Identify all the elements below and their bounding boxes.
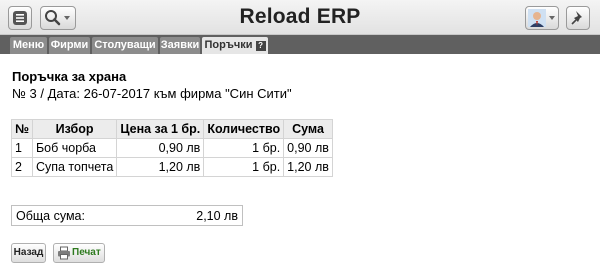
pin-icon: [571, 11, 582, 25]
column-header-quantity: Количество: [203, 119, 285, 139]
user-avatar-icon: [528, 9, 555, 27]
total-value: 2,10 лв: [196, 209, 238, 223]
page-title: Поръчка за храна: [12, 69, 127, 84]
table-row: 1 Боб чорба 0,90 лв 1 бр. 0,90 лв: [11, 138, 333, 158]
total-label: Обща сума:: [16, 209, 85, 223]
table-row: 2 Супа топчета 1,20 лв 1 бр. 1,20 лв: [11, 157, 333, 177]
main-tabs: Меню Фирми Столуващи Заявки Поръчки?: [0, 35, 600, 54]
print-button[interactable]: Печат: [53, 243, 105, 263]
total-box: Обща сума: 2,10 лв: [11, 205, 243, 226]
tab-menu[interactable]: Меню: [10, 37, 47, 54]
row-quantity: 1 бр.: [203, 157, 285, 177]
app-title: Reload ERP: [239, 5, 361, 28]
printer-icon: [58, 246, 70, 260]
column-header-sum: Сума: [283, 119, 333, 139]
order-items-table: № Избор Цена за 1 бр. Количество Сума 1 …: [11, 119, 333, 177]
user-menu-button[interactable]: [525, 6, 559, 30]
order-info: № 3 / Дата: 26-07-2017 към фирма "Син Си…: [12, 86, 292, 101]
row-item: Супа топчета: [31, 157, 118, 177]
column-header-item: Избор: [31, 119, 118, 139]
back-button[interactable]: Назад: [11, 243, 46, 263]
tab-firms[interactable]: Фирми: [49, 37, 90, 54]
tab-diners[interactable]: Столуващи: [92, 37, 158, 54]
row-sum: 0,90 лв: [283, 138, 333, 158]
row-sum: 1,20 лв: [283, 157, 333, 177]
tab-orders-label: Поръчки: [204, 39, 253, 51]
tab-orders[interactable]: Поръчки?: [202, 37, 268, 54]
top-toolbar: Reload ERP: [0, 0, 600, 35]
row-price: 1,20 лв: [116, 157, 205, 177]
help-icon[interactable]: ?: [255, 41, 266, 51]
column-header-price: Цена за 1 бр.: [116, 119, 205, 139]
table-header-row: № Избор Цена за 1 бр. Количество Сума: [11, 119, 333, 139]
row-item: Боб чорба: [31, 138, 118, 158]
row-number: 2: [11, 157, 33, 177]
row-quantity: 1 бр.: [203, 138, 285, 158]
column-header-number: №: [11, 119, 33, 139]
row-price: 0,90 лв: [116, 138, 205, 158]
row-number: 1: [11, 138, 33, 158]
tab-requests[interactable]: Заявки: [160, 37, 200, 54]
print-button-label: Печат: [72, 247, 101, 258]
pin-button[interactable]: [566, 6, 590, 30]
